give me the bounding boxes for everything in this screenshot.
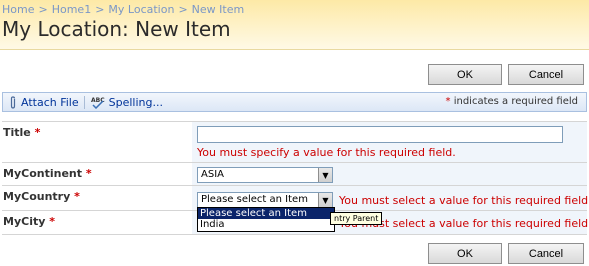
breadcrumb-separator: >: [178, 3, 188, 16]
spelling-label: Spelling...: [108, 95, 163, 109]
ok-button-bottom[interactable]: OK: [428, 243, 502, 264]
required-star: *: [445, 96, 451, 107]
country-error: You must select a value for this require…: [339, 194, 589, 207]
cancel-button-top[interactable]: Cancel: [508, 64, 584, 85]
chevron-down-icon[interactable]: ▼: [318, 193, 332, 207]
country-option[interactable]: India: [198, 219, 334, 230]
page-header: Home > Home1 > My Location > New Item My Locat…: [0, 0, 589, 50]
chevron-down-icon[interactable]: ▼: [318, 168, 332, 182]
toolbar-divider: [83, 95, 85, 109]
title-error: You must specify a value for this requir…: [197, 146, 456, 159]
breadcrumb-my-location[interactable]: My Location: [108, 3, 174, 16]
continent-field-cell: ASIA ▼: [192, 163, 587, 185]
form-row-continent: MyContinent * ASIA ▼: [2, 162, 587, 185]
continent-required-star: *: [85, 167, 92, 180]
city-required-star: *: [49, 215, 55, 228]
breadcrumb-separator: >: [95, 3, 105, 16]
cancel-button-bottom[interactable]: Cancel: [508, 243, 584, 264]
svg-text:ABC: ABC: [91, 97, 105, 104]
country-label: MyCountry *: [2, 186, 192, 210]
country-select[interactable]: Please select an Item ▼: [197, 192, 333, 208]
country-required-star: *: [74, 190, 80, 203]
spelling-button[interactable]: ABC Spelling...: [90, 96, 163, 109]
title-label: Title *: [2, 122, 192, 162]
page-title: My Location: New Item: [2, 17, 231, 41]
title-label-text: Title: [3, 126, 31, 139]
country-tooltip: ntry Parent: [330, 212, 383, 225]
title-required-star: *: [34, 126, 41, 139]
ok-button-top[interactable]: OK: [428, 64, 502, 85]
breadcrumb: Home > Home1 > My Location > New Item: [2, 3, 244, 16]
country-dropdown-list: Please select an Item India: [197, 207, 335, 232]
country-label-text: MyCountry: [3, 190, 71, 203]
attach-file-button[interactable]: Attach File: [9, 96, 79, 109]
title-input[interactable]: [197, 126, 563, 143]
country-option[interactable]: Please select an Item: [198, 208, 334, 219]
continent-label-text: MyContinent: [3, 167, 82, 180]
city-label: MyCity *: [2, 211, 192, 234]
continent-label: MyContinent *: [2, 163, 192, 185]
required-note: * indicates a required field: [446, 96, 578, 107]
form-toolbar: Attach File ABC Spelling... * indicates …: [2, 92, 587, 112]
title-field-cell: You must specify a value for this requir…: [192, 122, 587, 162]
required-note-text: indicates a required field: [453, 96, 578, 107]
form-row-title: Title * You must specify a value for thi…: [2, 121, 587, 162]
city-label-text: MyCity: [3, 215, 46, 228]
breadcrumb-home[interactable]: Home: [2, 3, 34, 16]
country-selected-value: Please select an Item: [201, 194, 308, 205]
breadcrumb-home1[interactable]: Home1: [52, 3, 91, 16]
breadcrumb-current: New Item: [191, 3, 245, 16]
attach-file-label: Attach File: [21, 95, 79, 109]
continent-select[interactable]: ASIA ▼: [197, 167, 333, 183]
continent-selected-value: ASIA: [201, 169, 224, 180]
spell-check-icon: ABC: [90, 96, 106, 109]
breadcrumb-separator: >: [38, 3, 48, 16]
paperclip-icon: [9, 95, 17, 109]
